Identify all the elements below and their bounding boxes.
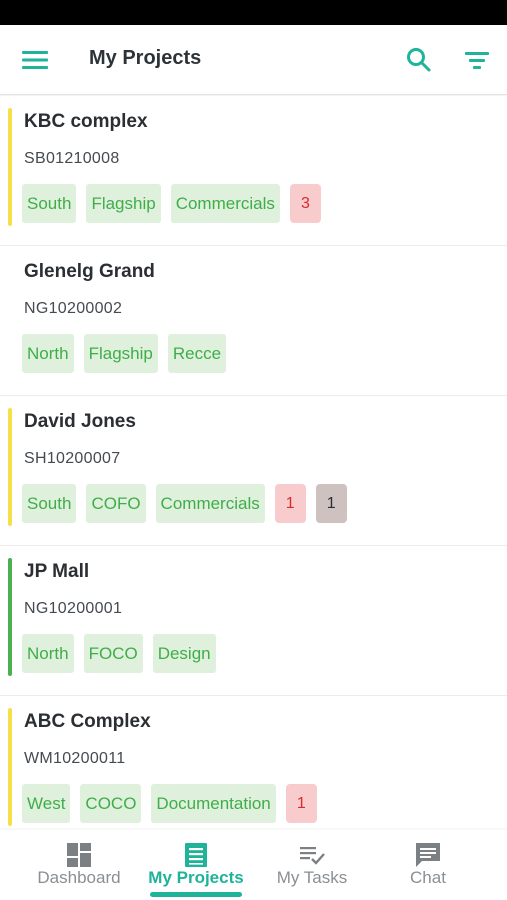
bottom-navigation: Dashboard My Projects My Tasks Chat — [0, 830, 507, 900]
project-tag: Design — [152, 634, 216, 673]
project-tag: Flagship — [83, 334, 158, 373]
project-code: SH10200007 — [24, 450, 121, 467]
filter-button[interactable] — [458, 42, 496, 78]
status-bar — [0, 0, 507, 25]
count-badge: 1 — [315, 484, 347, 523]
status-accent-bar — [8, 708, 12, 826]
project-tag: North — [22, 334, 74, 373]
nav-item-chat[interactable]: Chat — [385, 830, 471, 900]
project-tag: COFO — [86, 484, 146, 523]
tasks-icon — [297, 840, 327, 870]
project-tag: Commercials — [155, 484, 265, 523]
project-tag: North — [22, 634, 74, 673]
project-card[interactable]: JP Mall NG10200001 North FOCO Design — [0, 546, 507, 696]
menu-button[interactable] — [14, 42, 56, 78]
page-title: My Projects — [89, 47, 202, 69]
status-accent-bar — [8, 558, 12, 676]
project-tag: South — [22, 184, 77, 223]
count-badge: 1 — [285, 784, 317, 823]
app-bar: My Projects — [0, 25, 507, 95]
nav-item-my-tasks[interactable]: My Tasks — [262, 830, 362, 900]
projects-icon — [181, 840, 211, 870]
status-accent-bar — [8, 408, 12, 526]
nav-label: Dashboard — [37, 868, 121, 887]
project-code: WM10200011 — [24, 750, 126, 767]
count-badge: 3 — [289, 184, 321, 223]
nav-label: Chat — [410, 868, 446, 887]
dashboard-icon — [64, 840, 94, 870]
project-card[interactable]: KBC complex SB01210008 South Flagship Commer… — [0, 96, 507, 246]
filter-icon — [465, 52, 489, 69]
search-button[interactable] — [400, 42, 438, 78]
nav-item-dashboard[interactable]: Dashboard — [24, 830, 134, 900]
tag-list: North Flagship Recce — [22, 334, 227, 373]
project-code: NG10200001 — [24, 600, 123, 617]
project-code: NG10200002 — [24, 300, 123, 317]
project-tag: Commercials — [170, 184, 280, 223]
project-card[interactable]: David Jones SH10200007 South COFO Commercial… — [0, 396, 507, 546]
project-name: David Jones — [24, 411, 136, 432]
project-code: SB01210008 — [24, 150, 120, 167]
tag-list: South Flagship Commercials 3 — [22, 184, 321, 223]
project-list: KBC complex SB01210008 South Flagship Commer… — [0, 96, 507, 830]
project-tag: Documentation — [151, 784, 276, 823]
nav-item-my-projects[interactable]: My Projects — [140, 830, 252, 900]
tag-list: South COFO Commercials 1 1 — [22, 484, 347, 523]
search-icon — [407, 48, 431, 72]
chat-icon — [413, 840, 443, 870]
project-tag: West — [22, 784, 71, 823]
project-tag: COCO — [80, 784, 142, 823]
project-name: JP Mall — [24, 561, 90, 582]
tag-list: North FOCO Design — [22, 634, 216, 673]
project-tag: FOCO — [83, 634, 143, 673]
status-accent-bar — [8, 108, 12, 226]
project-name: Glenelg Grand — [24, 261, 155, 282]
project-tag: Flagship — [86, 184, 161, 223]
project-tag: South — [22, 484, 77, 523]
project-name: KBC complex — [24, 111, 148, 132]
tag-list: West COCO Documentation 1 — [22, 784, 317, 823]
nav-label: My Tasks — [276, 868, 348, 887]
project-name: ABC Complex — [24, 711, 151, 732]
menu-icon — [22, 51, 48, 69]
project-card[interactable]: ABC Complex WM10200011 West COCO Documentati… — [0, 696, 507, 830]
project-card[interactable]: Glenelg Grand NG10200002 North Flagship Recc… — [0, 246, 507, 396]
nav-label: My Projects — [148, 868, 244, 887]
count-badge: 1 — [274, 484, 306, 523]
project-tag: Recce — [167, 334, 227, 373]
